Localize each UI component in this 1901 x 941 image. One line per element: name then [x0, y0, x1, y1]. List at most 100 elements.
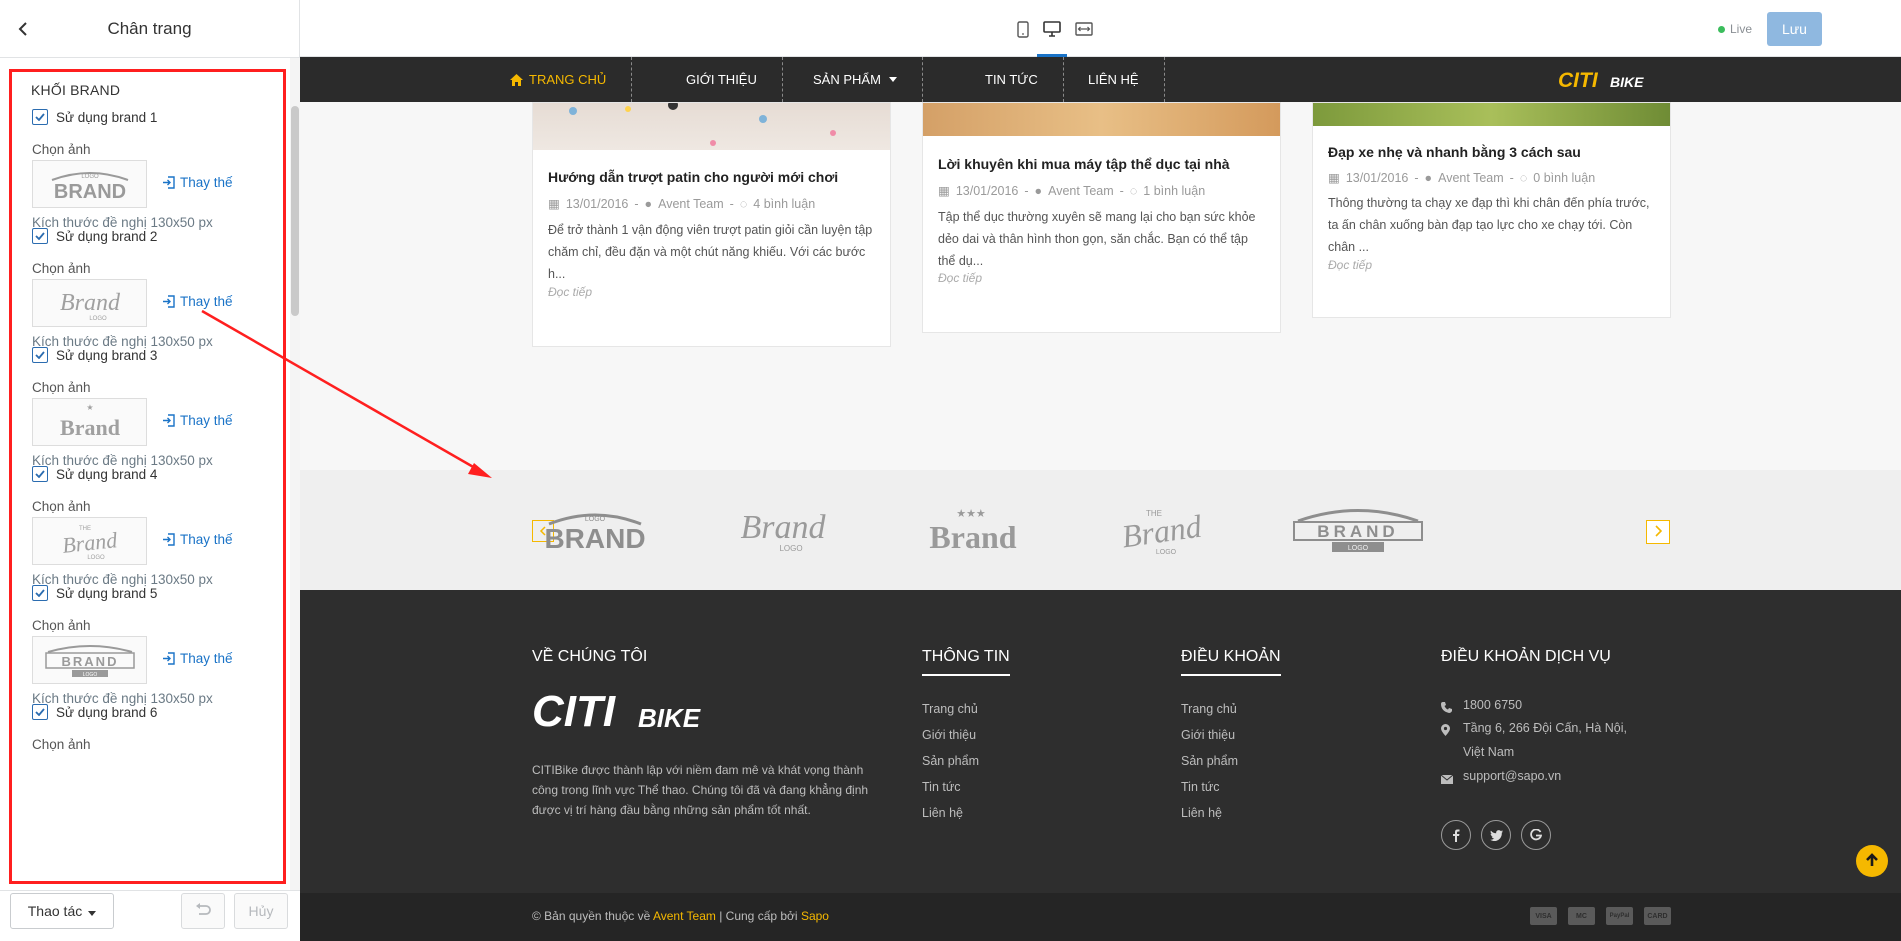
site-logo[interactable]: CITI BIKE	[1558, 69, 1668, 94]
nav-label: TIN TỨC	[985, 72, 1038, 87]
brand-image-thumbnail[interactable]: Brand LOGO	[32, 279, 147, 327]
cancel-button[interactable]: Hủy	[234, 893, 288, 929]
footer-link[interactable]: Sản phẩm	[922, 754, 979, 768]
article-title[interactable]: Đạp xe nhẹ và nhanh bằng 3 cách sau	[1328, 144, 1581, 160]
facebook-icon[interactable]	[1441, 820, 1471, 850]
desktop-view-icon[interactable]	[1041, 18, 1063, 40]
site-footer: VỀ CHÚNG TÔI CITI BIKE CITIBike được thàn…	[300, 590, 1901, 893]
article-image[interactable]	[533, 103, 890, 150]
article-author: Avent Team	[658, 196, 724, 211]
use-brand-checkbox[interactable]: Sử dụng brand 4	[32, 464, 157, 484]
brand-logo-5[interactable]: BRAND LOGO	[1288, 500, 1428, 560]
brand-image-thumbnail[interactable]: ★ Brand	[32, 398, 147, 446]
site-nav: TRANG CHỦ GIỚI THIỆU SẢN PHẨM TIN TỨC LI…	[300, 57, 1901, 102]
read-more-link[interactable]: Đọc tiếp	[1328, 258, 1372, 272]
back-to-top-button[interactable]	[1856, 845, 1888, 877]
google-icon[interactable]	[1521, 820, 1551, 850]
brand-logo-4[interactable]: THE Brand LOGO	[1097, 500, 1227, 560]
svg-text:LOGO: LOGO	[585, 516, 606, 523]
undo-icon	[195, 902, 211, 920]
article-date: 13/01/2016	[565, 196, 629, 211]
article-author: Avent Team	[1438, 170, 1504, 185]
use-brand-checkbox[interactable]: Sử dụng brand 1	[32, 107, 157, 127]
brand-logo-text: BRAND	[1317, 522, 1398, 541]
use-brand-checkbox[interactable]: Sử dụng brand 6	[32, 702, 157, 722]
back-icon[interactable]	[12, 18, 34, 40]
replace-image-button[interactable]: Thay thế	[162, 532, 233, 547]
article-title[interactable]: Lời khuyên khi mua máy tập thể dục tại n…	[938, 156, 1230, 172]
copyright-owner[interactable]: Avent Team	[653, 909, 716, 923]
article-excerpt: Tập thể dục thường xuyên sẽ mang lại cho…	[938, 210, 1256, 268]
copyright-provider[interactable]: Sapo	[801, 909, 829, 923]
brand-image-thumbnail[interactable]: THE Brand LOGO	[32, 517, 147, 565]
mobile-view-icon[interactable]	[1012, 18, 1034, 40]
brand-image-thumbnail[interactable]: LOGO BRAND	[32, 160, 147, 208]
footer-link[interactable]: Giới thiệu	[922, 728, 976, 742]
article-card[interactable]: Đạp xe nhẹ và nhanh bằng 3 cách sau ▦ 13/…	[1312, 102, 1671, 318]
nav-item-about[interactable]: GIỚI THIỆU	[661, 57, 783, 102]
copyright-sep: | Cung cấp bởi	[719, 909, 798, 923]
footer-link[interactable]: Liên hệ	[922, 806, 963, 820]
save-button[interactable]: Lưu	[1767, 12, 1822, 46]
brand-logo-1[interactable]: LOGO BRAND	[530, 500, 660, 560]
nav-item-contact[interactable]: LIÊN HỆ	[1063, 57, 1165, 102]
svg-text:LOGO: LOGO	[1156, 549, 1177, 556]
import-icon	[162, 414, 175, 427]
brand-image-thumbnail[interactable]: BRAND LOGO	[32, 636, 147, 684]
article-image[interactable]	[923, 103, 1280, 136]
twitter-icon[interactable]	[1481, 820, 1511, 850]
footer-link[interactable]: Trang chủ	[1181, 702, 1237, 716]
replace-image-button[interactable]: Thay thế	[162, 413, 233, 428]
panel-scrollbar[interactable]	[290, 58, 300, 890]
calendar-icon: ▦	[938, 184, 950, 198]
nav-item-home[interactable]: TRANG CHỦ	[486, 57, 633, 102]
scrollbar-thumb[interactable]	[291, 106, 299, 316]
use-brand-checkbox[interactable]: Sử dụng brand 2	[32, 226, 157, 246]
panel-header: Chân trang	[0, 0, 299, 58]
read-more-link[interactable]: Đọc tiếp	[548, 285, 592, 299]
nav-item-news[interactable]: TIN TỨC	[960, 57, 1064, 102]
footer-link[interactable]: Liên hệ	[1181, 806, 1222, 820]
article-card[interactable]: Hướng dẫn trượt patin cho người mới chơi…	[532, 102, 891, 347]
article-image[interactable]	[1313, 103, 1670, 126]
nav-label: GIỚI THIỆU	[686, 72, 757, 87]
pick-image-label: Chọn ảnh	[32, 380, 91, 395]
pick-image-label: Chọn ảnh	[32, 737, 91, 752]
card-icon: CARD	[1644, 907, 1671, 925]
actions-dropdown[interactable]: Thao tác	[10, 893, 114, 929]
footer-about-text: CITIBike được thành lập với niềm đam mê …	[532, 763, 869, 817]
footer-address: Tầng 6, 266 Đội Cấn, Hà Nội, Việt Nam	[1441, 716, 1651, 764]
article-card[interactable]: Lời khuyên khi mua máy tập thể dục tại n…	[922, 102, 1281, 333]
footer-logo[interactable]: CITI BIKE	[532, 687, 712, 737]
brand-logo-2[interactable]: Brand LOGO	[718, 500, 848, 560]
article-comments: 0 bình luận	[1533, 170, 1596, 185]
undo-button[interactable]	[181, 893, 225, 929]
footer-email[interactable]: support@sapo.vn	[1440, 764, 1561, 792]
brand-logo-3[interactable]: ★★★ Brand	[908, 500, 1038, 560]
replace-image-button[interactable]: Thay thế	[162, 294, 233, 309]
replace-image-button[interactable]: Thay thế	[162, 651, 233, 666]
pick-image-label: Chọn ảnh	[32, 261, 91, 276]
footer-logo-main: CITI	[532, 690, 616, 734]
footer-link[interactable]: Giới thiệu	[1181, 728, 1235, 742]
footer-link[interactable]: Trang chủ	[922, 702, 978, 716]
settings-panel: Chân trang KHỐI BRAND Sử dụng brand 1 Ch…	[0, 0, 300, 941]
svg-text:LOGO: LOGO	[87, 555, 105, 561]
fullwidth-view-icon[interactable]	[1073, 18, 1095, 40]
article-title[interactable]: Hướng dẫn trượt patin cho người mới chơi	[548, 169, 838, 185]
replace-image-button[interactable]: Thay thế	[162, 175, 233, 190]
footer-link[interactable]: Sản phẩm	[1181, 754, 1238, 768]
footer-link[interactable]: Tin tức	[1181, 780, 1219, 794]
use-brand-label: Sử dụng brand 3	[56, 347, 158, 363]
carousel-next-button[interactable]	[1646, 520, 1670, 544]
use-brand-checkbox[interactable]: Sử dụng brand 5	[32, 583, 157, 603]
footer-link[interactable]: Tin tức	[922, 780, 960, 794]
article-date: 13/01/2016	[1345, 170, 1409, 185]
read-more-link[interactable]: Đọc tiếp	[938, 271, 982, 285]
use-brand-checkbox[interactable]: Sử dụng brand 3	[32, 345, 157, 365]
use-brand-label: Sử dụng brand 4	[56, 466, 158, 482]
nav-item-products[interactable]: SẢN PHẨM	[788, 57, 923, 102]
brand-logo-text: Brand	[929, 519, 1016, 555]
checkbox-checked-icon	[32, 347, 48, 363]
replace-label: Thay thế	[180, 413, 233, 428]
